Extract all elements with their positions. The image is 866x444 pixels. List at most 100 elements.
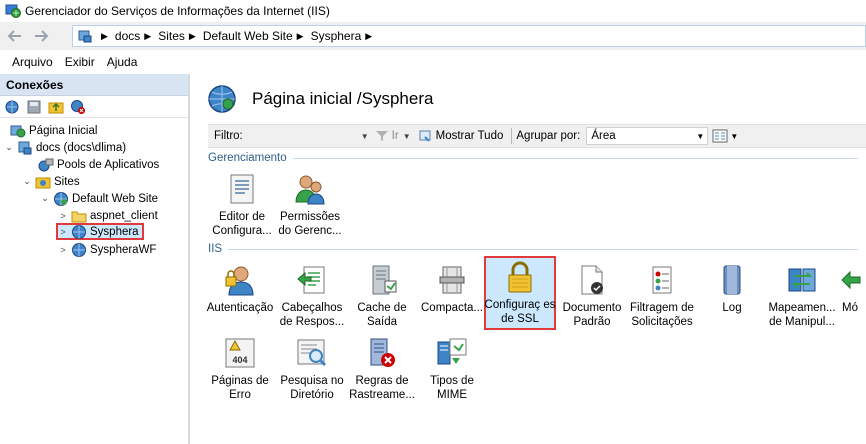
breadcrumb-sysphera[interactable]: ▶ Sysphera ▶	[293, 29, 380, 43]
expand-toggle-icon[interactable]: ⌄	[22, 176, 32, 187]
section-divider	[292, 157, 858, 159]
section-iis: IIS	[208, 242, 858, 256]
save-connections-button[interactable]	[25, 98, 43, 116]
view-mode-button[interactable]: ▼	[712, 129, 738, 143]
tree-node-sysphera[interactable]: > Sysphera	[56, 223, 144, 240]
feature-mime-types[interactable]: Tipos de MIME	[416, 332, 488, 406]
tree-node-aspnet-client[interactable]: > aspnet_client	[58, 207, 158, 224]
compression-icon	[439, 266, 465, 294]
error-404-text: 404	[232, 355, 247, 365]
menu-arquivo[interactable]: Arquivo	[6, 55, 59, 69]
feature-compression[interactable]: Compacta...	[416, 259, 488, 333]
up-level-button[interactable]	[47, 98, 65, 116]
section-gerenciamento: Gerenciamento	[208, 151, 858, 165]
folder-up-icon	[48, 102, 64, 113]
expand-toggle-icon[interactable]: >	[58, 245, 68, 255]
chevron-right-icon: ▶	[296, 30, 304, 41]
expand-toggle-icon[interactable]: ⌄	[40, 193, 50, 204]
feature-configuration-editor[interactable]: Editor de Configura...	[206, 168, 278, 242]
response-headers-icon	[297, 266, 325, 294]
log-icon	[723, 265, 741, 295]
feature-manager-permissions[interactable]: Permissões do Gerenc...	[274, 168, 346, 242]
filter-label: Filtro:	[214, 130, 243, 142]
forward-arrow-icon	[35, 30, 49, 42]
sites-folder-icon	[35, 177, 51, 188]
back-button[interactable]	[4, 25, 26, 47]
chevron-down-icon: ▼	[696, 131, 705, 141]
save-icon	[27, 100, 41, 113]
connect-button[interactable]	[3, 98, 21, 116]
authentication-icon	[225, 266, 254, 296]
forward-button[interactable]	[30, 25, 52, 47]
filter-dropdown-icon[interactable]: ▼	[361, 132, 369, 141]
breadcrumb-default-web-site[interactable]: ▶ Default Web Site	[185, 29, 293, 43]
chevron-right-icon: ▶	[144, 30, 152, 41]
window-title: Gerenciador do Serviços de Informações d…	[25, 4, 330, 18]
group-by-label: Agrupar por:	[516, 130, 581, 142]
page-title: Página inicial /Sysphera	[252, 89, 434, 108]
website-globe-icon	[54, 191, 68, 206]
show-all-icon	[419, 130, 431, 142]
iis-app-icon	[5, 4, 21, 18]
menu-exibir[interactable]: Exibir	[59, 55, 101, 69]
breadcrumb-docs[interactable]: ▶ docs	[97, 29, 140, 43]
group-by-select[interactable]: Área ▼	[586, 127, 709, 145]
feature-output-cache[interactable]: Cache de Saída	[346, 259, 418, 333]
feature-ssl-settings[interactable]: Configuraç es de SSL	[484, 256, 556, 330]
default-document-icon	[581, 265, 603, 295]
feature-handler-mappings[interactable]: Mapeamen... de Manipul...	[766, 259, 838, 333]
show-all-button[interactable]: Mostrar Tudo	[419, 129, 503, 143]
mime-types-icon	[437, 338, 467, 365]
error-pages-icon: 404	[225, 338, 255, 368]
chevron-right-icon: ▶	[188, 30, 196, 41]
filter-input[interactable]	[246, 127, 355, 145]
chevron-right-icon: ▶	[101, 30, 108, 41]
connections-header: Conexões	[0, 74, 188, 96]
feature-response-headers[interactable]: Cabeçalhos de Respos...	[276, 259, 348, 333]
address-bar: ▶ docs ▶ Sites ▶ Default Web Site ▶ Sysphera…	[0, 22, 866, 50]
feature-authentication[interactable]: Autenticação	[204, 259, 276, 333]
tree-node-pagina-inicial[interactable]: Página Inicial	[10, 122, 97, 139]
breadcrumb-sites[interactable]: ▶ Sites	[140, 29, 185, 43]
chevron-right-icon: ▶	[365, 30, 373, 41]
feature-failed-request-tracing[interactable]: Regras de Rastreame...	[346, 332, 418, 406]
feature-directory-browsing[interactable]: Pesquisa no Diretório	[276, 332, 348, 406]
globe-connect-icon	[5, 100, 19, 113]
feature-modules[interactable]: Mó	[834, 259, 866, 333]
output-cache-icon	[372, 265, 397, 295]
modules-icon	[841, 270, 861, 290]
ssl-lock-icon	[508, 261, 532, 293]
failed-request-tracing-icon	[370, 338, 395, 367]
server-icon	[18, 141, 32, 154]
expand-toggle-icon[interactable]: >	[58, 227, 68, 237]
filter-bar: Filtro: ▼ Ir ▼ Mostrar Tudo Agrupar por:…	[208, 124, 866, 148]
expand-toggle-icon[interactable]: ⌄	[4, 142, 14, 153]
directory-browsing-icon	[297, 339, 327, 367]
section-divider	[228, 248, 858, 250]
menu-bar: Arquivo Exibir Ajuda	[0, 50, 866, 74]
tree-node-sites[interactable]: ⌄ Sites	[22, 173, 80, 190]
go-button[interactable]: Ir ▼	[375, 129, 415, 143]
tree-node-default-web-site[interactable]: ⌄ Default Web Site	[40, 190, 158, 207]
expand-toggle-icon[interactable]: >	[58, 211, 68, 221]
features-view: Página inicial /Sysphera Filtro: ▼ Ir ▼ …	[192, 74, 866, 444]
home-page-icon	[10, 125, 26, 137]
tree-node-syspherawf[interactable]: > SyspheraWF	[58, 241, 156, 258]
feature-default-document[interactable]: Documento Padrão	[556, 259, 628, 333]
connections-toolbar	[0, 96, 188, 118]
address-breadcrumb[interactable]: ▶ docs ▶ Sites ▶ Default Web Site ▶ Sysphera…	[72, 25, 866, 47]
application-globe-icon	[72, 242, 86, 257]
funnel-icon	[375, 131, 388, 141]
application-globe-icon	[72, 224, 86, 239]
feature-error-pages[interactable]: 404 Páginas de Erro	[204, 332, 276, 406]
permissions-icon	[295, 175, 325, 205]
application-globe-icon	[208, 85, 236, 113]
disconnect-button[interactable]	[69, 98, 87, 116]
tree-node-pools[interactable]: Pools de Aplicativos	[38, 156, 159, 173]
go-dropdown-icon[interactable]: ▼	[403, 132, 411, 141]
feature-request-filtering[interactable]: Filtragem de Solicitações	[626, 259, 698, 333]
tree-node-docs[interactable]: ⌄ docs (docs\dlima)	[4, 139, 126, 156]
page-header: Página inicial /Sysphera	[192, 74, 866, 124]
menu-ajuda[interactable]: Ajuda	[101, 55, 144, 69]
feature-log[interactable]: Log	[696, 259, 768, 333]
